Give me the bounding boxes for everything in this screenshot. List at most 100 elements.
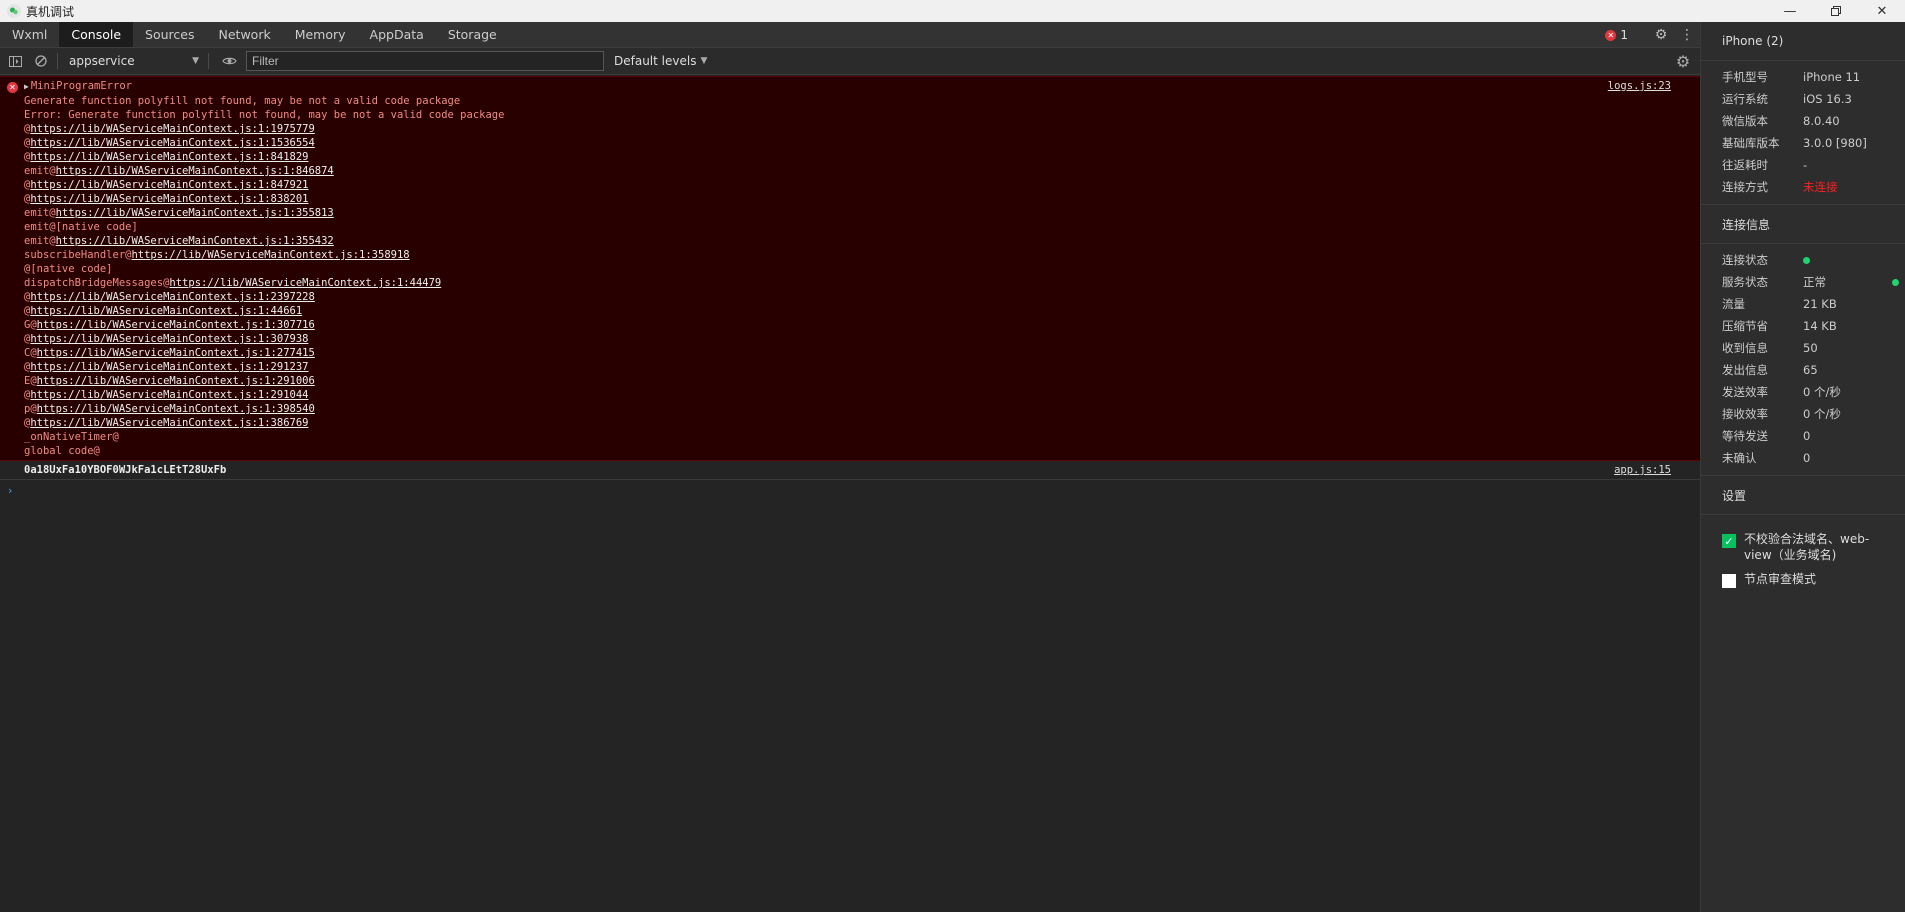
settings-gear-icon[interactable]: ⚙ xyxy=(1648,22,1674,48)
dropdown-arrow-icon: ▼ xyxy=(192,56,199,66)
stack-url-link[interactable]: https://lib/WAServiceMainContext.js:1:83… xyxy=(30,193,308,205)
stack-url-link[interactable]: https://lib/WAServiceMainContext.js:1:30… xyxy=(30,333,308,345)
tab-sources[interactable]: Sources xyxy=(133,22,206,47)
info-label: 往返耗时 xyxy=(1722,158,1768,172)
tab-wxml[interactable]: Wxml xyxy=(0,22,59,47)
error-stack: ▶ MiniProgramError Generate function polyf… xyxy=(24,79,1700,458)
stack-url-link[interactable]: https://lib/WAServiceMainContext.js:1:35… xyxy=(131,249,409,261)
stack-line-text: emit@ xyxy=(24,235,56,247)
sidebar-toggle-icon[interactable] xyxy=(4,50,26,72)
info-label: 连接方式 xyxy=(1722,180,1768,194)
stack-url-link[interactable]: https://lib/WAServiceMainContext.js:1:44… xyxy=(169,277,441,289)
settings-header: 设置 xyxy=(1722,488,1747,503)
connection-status-label: 连接状态 xyxy=(1722,253,1768,267)
prompt-chevron-icon: › xyxy=(8,483,13,497)
checkbox-checked[interactable]: ✓ xyxy=(1722,534,1736,548)
connection-stat-row: 压缩节省 14 KB xyxy=(1701,315,1905,337)
stack-url-link[interactable]: https://lib/WAServiceMainContext.js:1:84… xyxy=(56,165,334,177)
log-levels-select[interactable]: Default levels ▼ xyxy=(614,54,707,68)
expand-triangle-icon[interactable]: ▶ xyxy=(24,82,29,91)
checkbox-unchecked[interactable] xyxy=(1722,574,1736,588)
stack-url-link[interactable]: https://lib/WAServiceMainContext.js:1:27… xyxy=(37,347,315,359)
info-value: 未连接 xyxy=(1803,180,1838,194)
console-prompt[interactable]: › xyxy=(0,480,1700,500)
stat-label: 服务状态 xyxy=(1722,275,1768,289)
connection-stat-row: 收到信息 50 xyxy=(1701,337,1905,359)
close-icon[interactable]: ✕ xyxy=(1859,0,1905,22)
restore-icon[interactable] xyxy=(1813,0,1859,22)
stack-url-link[interactable]: https://lib/WAServiceMainContext.js:1:29… xyxy=(30,361,308,373)
stat-label: 发出信息 xyxy=(1722,363,1768,377)
stack-line: @https://lib/WAServiceMainContext.js:1:1… xyxy=(24,122,1700,136)
device-panel: iPhone (2) 手机型号 iPhone 11 运行系统 iOS 16.3 微信版本… xyxy=(1700,22,1905,912)
app-logo-icon xyxy=(7,4,21,18)
tab-memory[interactable]: Memory xyxy=(283,22,358,47)
stack-url-link[interactable]: https://lib/WAServiceMainContext.js:1:44… xyxy=(30,305,302,317)
error-source-link[interactable]: logs.js:23 xyxy=(1608,80,1671,92)
stack-line: @https://lib/WAServiceMainContext.js:1:8… xyxy=(24,150,1700,164)
stack-line-text: @[native code] xyxy=(24,263,113,275)
stack-url-link[interactable]: https://lib/WAServiceMainContext.js:1:39… xyxy=(37,403,315,415)
more-options-icon[interactable]: ⋮ xyxy=(1674,22,1700,48)
stack-url-link[interactable]: https://lib/WAServiceMainContext.js:1:84… xyxy=(30,179,308,191)
stack-line: @https://lib/WAServiceMainContext.js:1:3… xyxy=(24,332,1700,346)
info-label: 手机型号 xyxy=(1722,70,1768,84)
filter-input[interactable] xyxy=(246,51,604,71)
stack-url-link[interactable]: https://lib/WAServiceMainContext.js:1:29… xyxy=(37,375,315,387)
device-info-row: 基础库版本 3.0.0 [980] xyxy=(1701,132,1905,154)
stack-line-text: C@ xyxy=(24,347,37,359)
device-info-row: 运行系统 iOS 16.3 xyxy=(1701,88,1905,110)
stack-url-link[interactable]: https://lib/WAServiceMainContext.js:1:35… xyxy=(56,235,334,247)
device-info-row: 连接方式 未连接 xyxy=(1701,176,1905,198)
minimize-icon[interactable]: — xyxy=(1767,0,1813,22)
stack-url-link[interactable]: https://lib/WAServiceMainContext.js:1:19… xyxy=(30,123,314,135)
context-select[interactable]: appservice ▼ xyxy=(63,51,203,71)
stack-line-text: subscribeHandler@ xyxy=(24,249,132,261)
stack-line: @https://lib/WAServiceMainContext.js:1:4… xyxy=(24,304,1700,318)
info-label: 基础库版本 xyxy=(1722,136,1780,150)
stack-line: subscribeHandler@https://lib/WAServiceMa… xyxy=(24,248,1700,262)
connection-stat-row: 流量 21 KB xyxy=(1701,293,1905,315)
stack-url-link[interactable]: https://lib/WAServiceMainContext.js:1:84… xyxy=(30,151,308,163)
stack-url-link[interactable]: https://lib/WAServiceMainContext.js:1:29… xyxy=(30,389,308,401)
stack-line-text: Generate function polyfill not found, ma… xyxy=(24,95,461,107)
log-source-link[interactable]: app.js:15 xyxy=(1614,464,1671,476)
clear-console-icon[interactable] xyxy=(30,50,52,72)
tab-network[interactable]: Network xyxy=(207,22,283,47)
stack-url-link[interactable]: https://lib/WAServiceMainContext.js:1:35… xyxy=(56,207,334,219)
tab-storage[interactable]: Storage xyxy=(436,22,509,47)
stat-value: 0 个/秒 xyxy=(1803,385,1841,399)
dropdown-arrow-icon: ▼ xyxy=(700,56,708,66)
stack-line: emit@https://lib/WAServiceMainContext.js… xyxy=(24,164,1700,178)
stack-line-text: emit@[native code] xyxy=(24,221,138,233)
setting-label: 节点审查模式 xyxy=(1744,572,1817,586)
window-title: 真机调试 xyxy=(26,4,75,19)
device-info-row: 往返耗时 - xyxy=(1701,154,1905,176)
device-info-list: 手机型号 iPhone 11 运行系统 iOS 16.3 微信版本 8.0.40 基础库版本… xyxy=(1701,61,1905,198)
info-label: 微信版本 xyxy=(1722,114,1768,128)
stack-line: emit@https://lib/WAServiceMainContext.js… xyxy=(24,234,1700,248)
console-settings-gear-icon[interactable]: ⚙ xyxy=(1672,50,1694,72)
stack-line: @https://lib/WAServiceMainContext.js:1:2… xyxy=(24,360,1700,374)
stack-url-link[interactable]: https://lib/WAServiceMainContext.js:1:23… xyxy=(30,291,314,303)
tab-console[interactable]: Console xyxy=(59,22,134,47)
error-counter[interactable]: ✕ 1 xyxy=(1605,28,1628,42)
stack-line: @[native code] xyxy=(24,262,1700,276)
setting-row: 节点审查模式 xyxy=(1701,571,1905,588)
stack-line-text: p@ xyxy=(24,403,37,415)
eye-icon[interactable] xyxy=(218,50,240,72)
stack-line: G@https://lib/WAServiceMainContext.js:1:… xyxy=(24,318,1700,332)
stack-url-link[interactable]: https://lib/WAServiceMainContext.js:1:38… xyxy=(30,417,308,429)
stat-value: 65 xyxy=(1803,363,1818,377)
stat-label: 未确认 xyxy=(1722,451,1757,465)
stack-line: emit@[native code] xyxy=(24,220,1700,234)
tab-appdata[interactable]: AppData xyxy=(358,22,436,47)
stack-url-link[interactable]: https://lib/WAServiceMainContext.js:1:15… xyxy=(30,137,314,149)
device-title: iPhone (2) xyxy=(1722,34,1784,48)
connection-header: 连接信息 xyxy=(1722,217,1771,232)
stack-line: Error: Generate function polyfill not fo… xyxy=(24,108,1700,122)
connection-stat-row: 发出信息 65 xyxy=(1701,359,1905,381)
stack-url-link[interactable]: https://lib/WAServiceMainContext.js:1:30… xyxy=(37,319,315,331)
stack-line-text: MiniProgramError xyxy=(30,80,132,92)
stack-line-text: global code@ xyxy=(24,445,100,457)
